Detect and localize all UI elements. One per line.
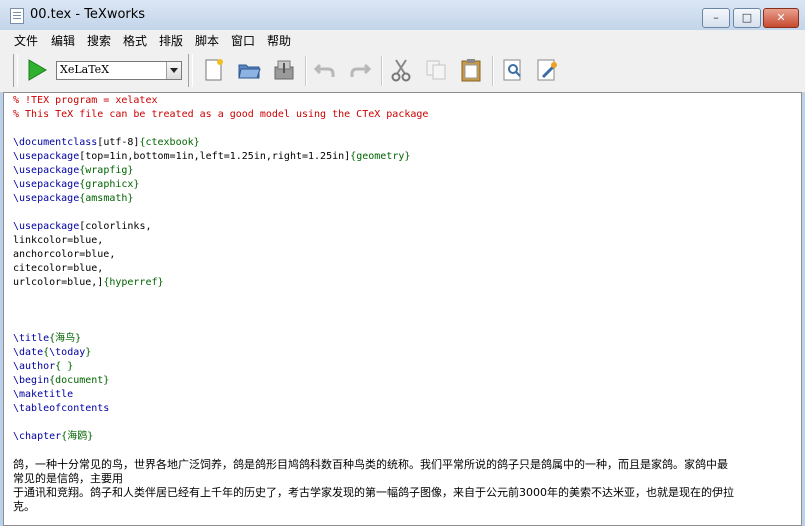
editor-line: citecolor=blue,	[13, 263, 104, 274]
title-bar: 00.tex - TeXworks – □ ✕	[0, 0, 805, 31]
editor-line: \maketitle	[13, 388, 73, 402]
menu-window[interactable]: 窗口	[231, 32, 255, 49]
latex-argument: }	[85, 347, 92, 358]
editor-line: \usepackage[top=1in,bottom=1in,left=1.25…	[13, 150, 410, 164]
editor-line: \usepackage{graphicx}	[13, 178, 139, 192]
latex-option: urlcolor=blue,]	[13, 277, 104, 288]
editor-line: linkcolor=blue,	[13, 235, 104, 246]
latex-argument: {amsmath}	[79, 193, 134, 204]
menu-edit[interactable]: 编辑	[51, 32, 75, 49]
editor-line: \usepackage[colorlinks,	[13, 220, 151, 234]
editor-line: urlcolor=blue,]{hyperref}	[13, 276, 164, 290]
latex-command: \tableofcontents	[13, 403, 110, 414]
editor-line: \documentclass[utf-8]{ctexbook}	[13, 136, 200, 150]
editor-line: \title{海鸟}	[13, 332, 81, 346]
new-file-icon[interactable]	[201, 57, 227, 83]
text-editor[interactable]: % !TEX program = xelatex % This TeX file…	[3, 92, 802, 526]
copy-icon[interactable]	[423, 57, 449, 83]
undo-icon[interactable]	[312, 57, 338, 83]
latex-argument: {document}	[49, 375, 110, 386]
toolbar-separator	[492, 56, 494, 86]
settings-icon[interactable]	[534, 57, 560, 83]
menu-file[interactable]: 文件	[14, 32, 38, 49]
latex-command: \usepackage	[13, 221, 80, 232]
latex-command: \usepackage	[13, 193, 80, 204]
editor-line: % This TeX file can be treated as a good…	[13, 109, 429, 120]
latex-command: \maketitle	[13, 389, 74, 400]
toolbar: XeLaTeX	[0, 50, 805, 93]
menu-bar: 文件 编辑 搜索 格式 排版 脚本 窗口 帮助	[0, 30, 805, 50]
close-button[interactable]: ✕	[763, 8, 799, 28]
editor-line: \tableofcontents	[13, 402, 109, 416]
paste-icon[interactable]	[458, 57, 484, 83]
document-icon	[10, 8, 24, 24]
menu-format[interactable]: 格式	[123, 32, 147, 49]
latex-argument: {graphicx}	[79, 179, 140, 190]
latex-command: \documentclass	[13, 137, 98, 148]
latex-argument: { }	[55, 361, 74, 372]
maximize-button[interactable]: □	[733, 8, 761, 28]
latex-command: \usepackage	[13, 179, 80, 190]
latex-argument: {geometry}	[350, 151, 411, 162]
latex-command: \date	[13, 347, 44, 358]
toolbar-grip[interactable]	[188, 54, 193, 87]
editor-line: \author{ }	[13, 360, 73, 374]
menu-scripts[interactable]: 脚本	[195, 32, 219, 49]
menu-help[interactable]: 帮助	[267, 32, 291, 49]
play-icon[interactable]	[24, 57, 50, 83]
editor-line: \begin{document}	[13, 374, 109, 388]
latex-argument: {wrapfig}	[79, 165, 134, 176]
editor-line: \date{\today}	[13, 346, 91, 360]
editor-line: anchorcolor=blue,	[13, 249, 116, 260]
latex-argument: {海鸥}	[61, 431, 94, 442]
latex-argument: {海鸟}	[49, 333, 82, 344]
toolbar-separator	[381, 56, 383, 86]
editor-line: \usepackage{wrapfig}	[13, 164, 133, 178]
menu-typeset[interactable]: 排版	[159, 32, 183, 49]
editor-text-line: 鸽，一种十分常见的鸟，世界各地广泛饲养，鸽是鸽形目鸠鸽科数百种鸟类的统称。我们平…	[13, 458, 728, 471]
editor-text-line: 常见的是信鸽，主要用	[13, 472, 123, 485]
latex-option: [top=1in,bottom=1in,left=1.25in,right=1.…	[79, 151, 351, 162]
toolbar-separator	[305, 56, 307, 86]
latex-argument: {hyperref}	[103, 277, 164, 288]
redo-icon[interactable]	[347, 57, 373, 83]
engine-select[interactable]: XeLaTeX	[56, 61, 182, 80]
latex-option: [utf-8]	[97, 137, 140, 148]
editor-line: % !TEX program = xelatex	[13, 95, 158, 106]
toolbar-grip[interactable]	[13, 54, 18, 87]
latex-command: \begin	[13, 375, 50, 386]
window-title: 00.tex - TeXworks	[30, 7, 146, 22]
latex-command: \usepackage	[13, 165, 80, 176]
engine-value: XeLaTeX	[60, 63, 110, 76]
latex-command: \title	[13, 333, 50, 344]
latex-command: \chapter	[13, 431, 62, 442]
menu-search[interactable]: 搜索	[87, 32, 111, 49]
editor-text-line: 于通讯和竞翔。鸽子和人类伴居已经有上千年的历史了，考古学家发现的第一幅鸽子图像，…	[13, 486, 734, 499]
latex-command: \usepackage	[13, 151, 80, 162]
preview-icon[interactable]	[500, 57, 526, 83]
save-icon[interactable]	[271, 57, 297, 83]
latex-command: \author	[13, 361, 56, 372]
cut-icon[interactable]	[388, 57, 414, 83]
open-folder-icon[interactable]	[236, 57, 262, 83]
chevron-down-icon[interactable]	[166, 62, 181, 79]
editor-line: \chapter{海鸥}	[13, 430, 93, 444]
minimize-button[interactable]: –	[702, 8, 730, 28]
editor-line: \usepackage{amsmath}	[13, 192, 133, 206]
editor-text-line: 克。	[13, 500, 35, 513]
latex-option: [colorlinks,	[79, 221, 152, 232]
latex-command: \today	[49, 347, 86, 358]
latex-argument: {ctexbook}	[139, 137, 200, 148]
